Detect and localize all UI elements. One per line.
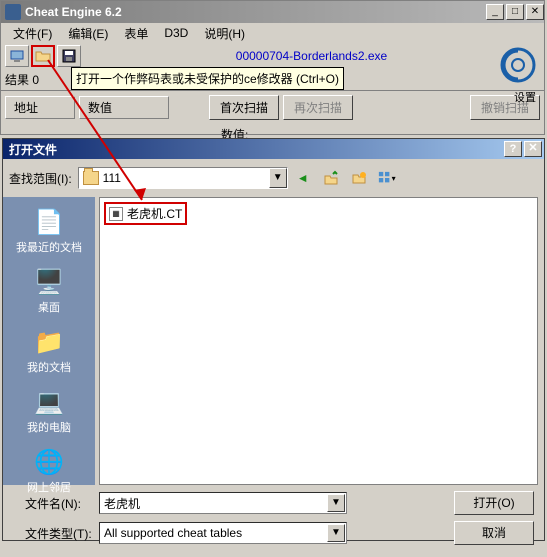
help-button[interactable]: ? [504,141,522,157]
dialog-close-button[interactable]: ✕ [524,141,542,157]
places-sidebar: 📄 我最近的文档 🖥️ 桌面 📁 我的文档 💻 我的电脑 🌐 网上邻居 [3,197,95,485]
filetype-row: 文件类型(T): All supported cheat tables ▼ 取消 [13,521,534,545]
file-list[interactable]: ▦ 老虎机.CT [99,197,538,485]
ce-logo-icon[interactable] [498,45,538,85]
menubar: 文件(F) 编辑(E) 表单 D3D 说明(H) [1,23,544,43]
filename-row: 文件名(N): 老虎机 ▼ 打开(O) [13,491,534,515]
cancel-button[interactable]: 取消 [454,521,534,545]
first-scan-button[interactable]: 首次扫描 [209,95,279,120]
sidebar-mydocs[interactable]: 📁 我的文档 [7,323,91,379]
dialog-title-text: 打开文件 [9,141,57,158]
filetype-dropdown[interactable]: All supported cheat tables ▼ [99,522,347,544]
next-scan-button[interactable]: 再次扫描 [283,95,353,120]
filename-label: 文件名(N): [13,495,99,512]
sidebar-desktop[interactable]: 🖥️ 桌面 [7,263,91,319]
view-menu-button[interactable]: ▾ [378,169,396,187]
dialog-title: 打开文件 ? ✕ [3,139,544,159]
process-button[interactable] [5,45,29,67]
filetype-label: 文件类型(T): [13,525,99,542]
network-icon: 🌐 [32,447,66,477]
folder-open-icon [35,48,51,64]
lookin-folder: 111 [103,171,121,185]
settings-label: 设置 [514,89,536,105]
open-file-button[interactable]: 打开(O) [454,491,534,515]
lookin-row: 查找范围(I): 111 ▼ ◄ ▾ [3,159,544,197]
result-label: 结果 [5,71,29,88]
menu-file[interactable]: 文件(F) [5,23,60,44]
file-item-name: 老虎机.CT [127,205,182,222]
folder-icon [83,171,99,185]
chevron-down-icon[interactable]: ▼ [269,168,287,188]
col-address[interactable]: 地址 [5,96,75,119]
sidebar-recent-label: 我最近的文档 [16,242,82,254]
new-folder-button[interactable] [350,169,368,187]
lookin-label: 查找范围(I): [9,170,72,187]
sidebar-mycomp[interactable]: 💻 我的电脑 [7,383,91,439]
sidebar-desktop-label: 桌面 [38,302,60,314]
cheat-table-icon: ▦ [109,207,123,221]
recent-icon: 📄 [32,207,66,237]
main-window: Cheat Engine 6.2 _ □ ✕ 文件(F) 编辑(E) 表单 D3… [0,0,545,135]
dialog-bottom: 文件名(N): 老虎机 ▼ 打开(O) 文件类型(T): All support… [3,485,544,557]
sidebar-network-label: 网上邻居 [27,482,71,494]
sidebar-recent[interactable]: 📄 我最近的文档 [7,203,91,259]
sidebar-network[interactable]: 🌐 网上邻居 [7,443,91,499]
file-item-selected[interactable]: ▦ 老虎机.CT [104,202,187,225]
mydocs-icon: 📁 [32,327,66,357]
minimize-button[interactable]: _ [486,4,504,20]
filename-value: 老虎机 [104,495,140,512]
mycomp-icon: 💻 [32,387,66,417]
process-label: 00000704-Borderlands2.exe [83,49,540,63]
menu-d3d[interactable]: D3D [156,24,196,42]
menu-edit[interactable]: 编辑(E) [60,23,116,44]
app-icon [5,4,21,20]
sidebar-mycomp-label: 我的电脑 [27,422,71,434]
close-button[interactable]: ✕ [526,4,544,20]
window-title: Cheat Engine 6.2 [25,5,484,19]
nav-icons: ◄ ▾ [294,169,396,187]
maximize-button[interactable]: □ [506,4,524,20]
chevron-down-icon[interactable]: ▼ [327,494,345,512]
desktop-icon: 🖥️ [32,267,66,297]
titlebar: Cheat Engine 6.2 _ □ ✕ [1,1,544,23]
up-button[interactable] [322,169,340,187]
lookin-dropdown[interactable]: 111 ▼ [78,167,288,189]
back-button[interactable]: ◄ [294,169,312,187]
menu-help[interactable]: 说明(H) [196,23,253,44]
tooltip: 打开一个作弊码表或未受保护的ce修改器 (Ctrl+O) [71,67,344,90]
col-value[interactable]: 数值 [79,96,169,119]
sidebar-mydocs-label: 我的文档 [27,362,71,374]
filetype-value: All supported cheat tables [104,526,242,540]
computer-icon [9,48,25,64]
dialog-body: 📄 我最近的文档 🖥️ 桌面 📁 我的文档 💻 我的电脑 🌐 网上邻居 [3,197,544,485]
open-button[interactable] [31,45,55,67]
menu-table[interactable]: 表单 [116,23,156,44]
toolbar: 00000704-Borderlands2.exe [1,43,544,69]
result-count: 0 [32,73,39,87]
scan-row: 地址 数值 首次扫描 再次扫描 撤销扫描 [1,91,544,124]
save-button[interactable] [57,45,81,67]
chevron-down-icon[interactable]: ▼ [327,524,345,542]
open-file-dialog: 打开文件 ? ✕ 查找范围(I): 111 ▼ ◄ ▾ 📄 我最近的文档 🖥️ … [2,138,545,541]
floppy-icon [61,48,77,64]
filename-input[interactable]: 老虎机 ▼ [99,492,347,514]
